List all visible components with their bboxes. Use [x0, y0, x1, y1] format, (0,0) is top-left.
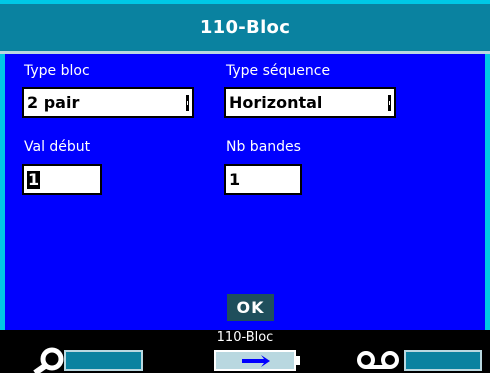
nb-bandes-label: Nb bandes	[226, 139, 301, 155]
type-bloc-label: Type bloc	[24, 63, 90, 79]
val-debut-value: 1	[27, 169, 41, 189]
type-sequence-value: Horizontal	[229, 93, 323, 112]
tape-reel-icon	[357, 351, 399, 369]
nb-bandes-value: 1	[229, 170, 241, 189]
type-sequence-select[interactable]: Horizontal	[224, 87, 396, 118]
zoom-gauge	[64, 350, 143, 371]
power-plug-icon	[242, 355, 300, 367]
type-sequence-label: Type séquence	[226, 63, 331, 79]
status-label: 110-Bloc	[216, 330, 274, 345]
title-bar: 110-Bloc	[0, 0, 490, 54]
tape-gauge	[404, 350, 482, 371]
type-bloc-value: 2 pair	[27, 93, 80, 112]
nb-bandes-input[interactable]: 1	[224, 164, 302, 195]
label-printer-screen: 110-Bloc Type bloc 2 pair Type séquence …	[0, 0, 490, 373]
type-bloc-select[interactable]: 2 pair	[22, 87, 194, 118]
dropdown-arrow-icon	[388, 95, 391, 111]
val-debut-label: Val début	[24, 139, 91, 155]
dropdown-arrow-icon	[186, 95, 189, 111]
val-debut-input[interactable]: 1	[22, 164, 102, 195]
magnifier-icon	[33, 347, 64, 373]
ok-button[interactable]: OK	[227, 294, 274, 321]
dialog-title: 110-Bloc	[199, 17, 291, 38]
